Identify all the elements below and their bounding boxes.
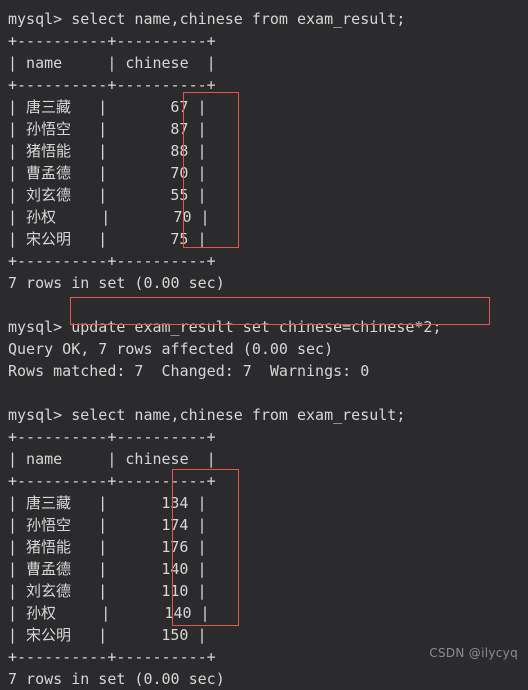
block1-separator-mid: +----------+----------+	[8, 76, 216, 94]
block3-header-row: | name | chinese |	[8, 450, 216, 468]
table-row: | 孙悟空 | 174 |	[8, 516, 207, 534]
table-row: | 唐三藏 | 67 |	[8, 98, 207, 116]
table-row: | 刘玄德 | 110 |	[8, 582, 207, 600]
table-row: | 刘玄德 | 55 |	[8, 186, 207, 204]
block1-command-line: mysql> select name,chinese from exam_res…	[8, 10, 406, 28]
table-row: | 猪悟能 | 176 |	[8, 538, 207, 556]
block3-command-line: mysql> select name,chinese from exam_res…	[8, 406, 406, 424]
watermark: CSDN @ilycyq	[429, 646, 518, 660]
table-row: | 孙悟空 | 87 |	[8, 120, 207, 138]
block3-separator-mid: +----------+----------+	[8, 472, 216, 490]
table-row: | 唐三藏 | 134 |	[8, 494, 207, 512]
table-row: | 孙权 | 140 |	[8, 604, 210, 622]
table-row: | 曹孟德 | 140 |	[8, 560, 207, 578]
block3-footer: 7 rows in set (0.00 sec)	[8, 670, 225, 688]
table-row: | 猪悟能 | 88 |	[8, 142, 207, 160]
terminal-window[interactable]: mysql> select name,chinese from exam_res…	[0, 0, 528, 688]
block1-separator-top: +----------+----------+	[8, 32, 216, 50]
block1-header-row: | name | chinese |	[8, 54, 216, 72]
block1-separator-bottom: +----------+----------+	[8, 252, 216, 270]
table-row: | 孙权 | 70 |	[8, 208, 210, 226]
block1-footer: 7 rows in set (0.00 sec)	[8, 274, 225, 292]
block2-command-line: mysql> update exam_result set chinese=ch…	[8, 318, 442, 336]
block2-matched-line: Rows matched: 7 Changed: 7 Warnings: 0	[8, 362, 370, 380]
table-row: | 宋公明 | 75 |	[8, 230, 207, 248]
block3-separator-top: +----------+----------+	[8, 428, 216, 446]
block2-result-line: Query OK, 7 rows affected (0.00 sec)	[8, 340, 334, 358]
table-row: | 曹孟德 | 70 |	[8, 164, 207, 182]
